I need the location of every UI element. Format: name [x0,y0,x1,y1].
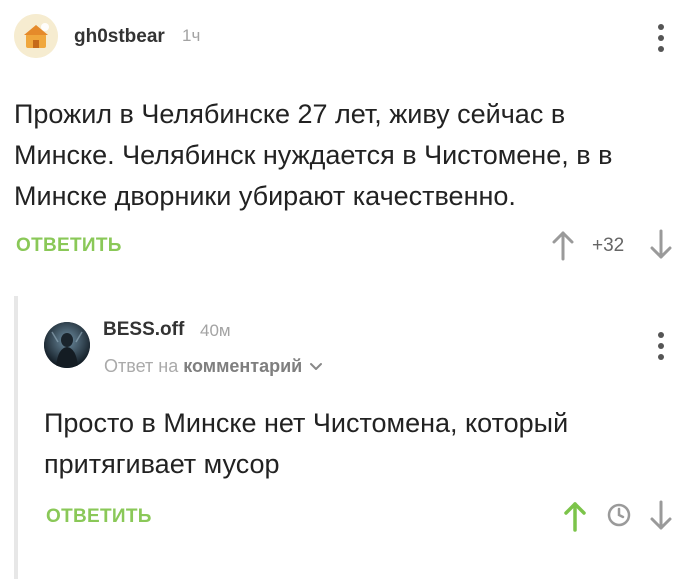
username[interactable]: gh0stbear [74,26,165,48]
downvote-button[interactable] [648,500,674,537]
comment-text: Просто в Минске нет Чистомена, который п… [44,403,684,485]
thread-line [14,296,18,579]
reply-button[interactable]: ОТВЕТИТЬ [16,235,122,257]
timer-button[interactable] [606,502,632,533]
upvote-button[interactable] [550,229,576,266]
timestamp: 40м [200,321,231,340]
kebab-menu-icon[interactable] [656,332,666,360]
avatar-image [44,322,90,368]
avatar[interactable] [14,14,58,58]
reply-to-link[interactable]: Ответ на комментарий [104,356,323,377]
clock-icon [607,503,631,527]
comment-line: Прожил в Челябинске 27 лет, живу сейчас … [14,99,566,129]
upvote-button[interactable] [562,500,588,537]
arrow-up-icon [564,502,586,532]
reply-to-prefix: Ответ на [104,356,179,376]
comment-line: Просто в Минске нет Чистомена, который [44,408,569,438]
comment-line: Минске. Челябинск нуждается в Чистомене,… [14,140,613,170]
arrow-down-icon [650,229,672,259]
reply-to-target: комментарий [183,356,303,376]
downvote-button[interactable] [648,229,674,266]
arrow-up-icon [552,231,574,261]
comment-line: притягивает мусор [44,449,280,479]
comment-line: Минске дворники убирают качественно. [14,181,516,211]
chevron-down-icon [310,363,323,370]
kebab-menu-icon[interactable] [656,24,666,52]
username[interactable]: BESS.off [103,319,184,341]
timestamp: 1ч [182,26,201,45]
rating-count: +32 [592,235,625,256]
avatar[interactable] [44,322,90,368]
avatar-image [14,14,58,58]
reply-button[interactable]: ОТВЕТИТЬ [46,506,152,528]
comment-text: Прожил в Челябинске 27 лет, живу сейчас … [14,94,694,217]
arrow-down-icon [650,500,672,530]
